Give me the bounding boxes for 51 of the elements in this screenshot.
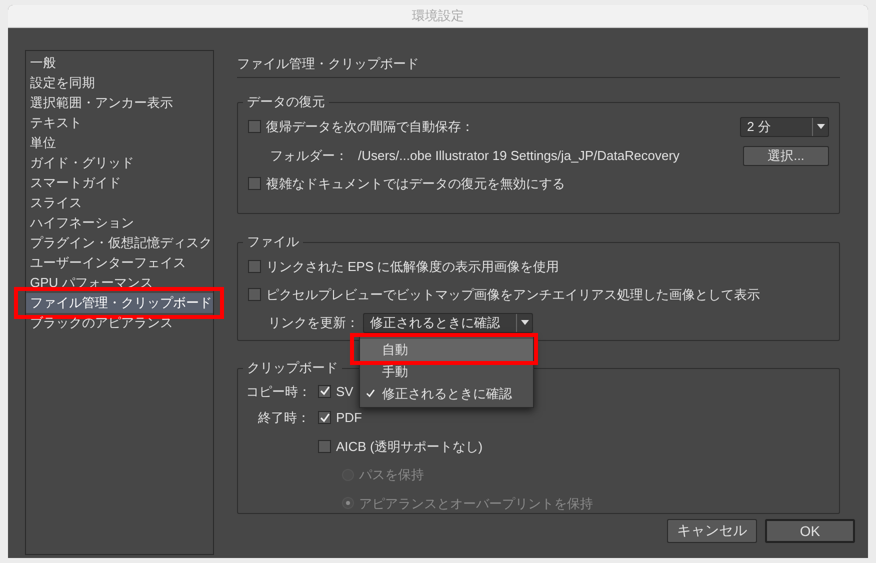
choose-button[interactable]: 選択...	[743, 146, 829, 166]
menu-item[interactable]: 自動	[360, 338, 533, 360]
option-label: パスを保持	[359, 466, 424, 484]
sidebar-item[interactable]: ブラックのアピアランス	[26, 313, 213, 333]
dialog-button[interactable]: キャンセル	[667, 518, 757, 542]
window-title: 環境設定	[412, 7, 464, 26]
checkbox[interactable]	[248, 120, 261, 133]
dialog-button[interactable]: OK	[765, 518, 855, 542]
folder-path: /Users/...obe Illustrator 19 Settings/ja_JP/DataRecovery	[358, 146, 680, 165]
interval-dropdown[interactable]: 2 分	[740, 116, 829, 136]
option-label: 複雑なドキュメントではデータの復元を無効にする	[266, 174, 565, 192]
sidebar-item[interactable]: スライス	[26, 193, 213, 213]
checkmark-icon	[366, 389, 375, 398]
sidebar-item[interactable]: スマートガイド	[26, 173, 213, 193]
copy-label: コピー時：	[246, 382, 312, 400]
option-label: PDF	[336, 409, 362, 427]
checkbox[interactable]	[318, 411, 331, 424]
quit-label: 終了時：	[257, 409, 311, 427]
option-label: ピクセルプレビューでビットマップ画像をアンチエイリアス処理した画像として表示	[266, 286, 760, 304]
option-label: 復帰データを次の間隔で自動保存：	[266, 118, 474, 136]
sidebar-item[interactable]: 設定を同期	[26, 73, 213, 93]
group-title: クリップボード	[243, 358, 342, 376]
checkbox[interactable]	[248, 260, 261, 273]
sidebar-item[interactable]: 一般	[26, 53, 213, 73]
checkmark-icon	[320, 386, 330, 396]
sidebar-item[interactable]: ハイフネーション	[26, 213, 213, 233]
checkmark-icon	[320, 412, 330, 423]
sidebar-item[interactable]: ファイル管理・クリップボード	[26, 293, 213, 313]
group-title: データの復元	[243, 92, 329, 110]
checkbox[interactable]	[248, 176, 261, 190]
menu-item[interactable]: 手動	[360, 360, 533, 382]
menu-item[interactable]: 修正されるときに確認	[360, 382, 533, 404]
sidebar-item[interactable]: ガイド・グリッド	[26, 153, 213, 173]
checkbox[interactable]	[248, 288, 261, 302]
section-heading: ファイル管理・クリップボード	[237, 50, 840, 78]
checkbox[interactable]	[318, 384, 331, 398]
option-label: SV	[336, 382, 354, 400]
option-label: リンクされた EPS に低解像度の表示用画像を使用	[266, 258, 560, 276]
sidebar-item[interactable]: 選択範囲・アンカー表示	[26, 93, 213, 113]
sidebar-item[interactable]: プラグイン・仮想記憶ディスク	[26, 233, 213, 253]
checkbox[interactable]	[318, 440, 331, 453]
dropdown-arrow-icon	[520, 320, 528, 325]
dropdown-arrow-icon	[816, 124, 824, 129]
sidebar-item[interactable]: 単位	[26, 133, 213, 153]
sidebar-item[interactable]: テキスト	[26, 113, 213, 133]
folder-label: フォルダー：	[270, 146, 348, 165]
option-label: アピアランスとオーバープリントを保持	[359, 494, 593, 512]
sidebar-item[interactable]: ユーザーインターフェイス	[26, 253, 213, 273]
update-links-label: リンクを更新：	[268, 314, 359, 332]
update-links-dropdown[interactable]: 修正されるときに確認	[363, 312, 533, 332]
option-label: AICB (透明サポートなし)	[336, 438, 483, 456]
